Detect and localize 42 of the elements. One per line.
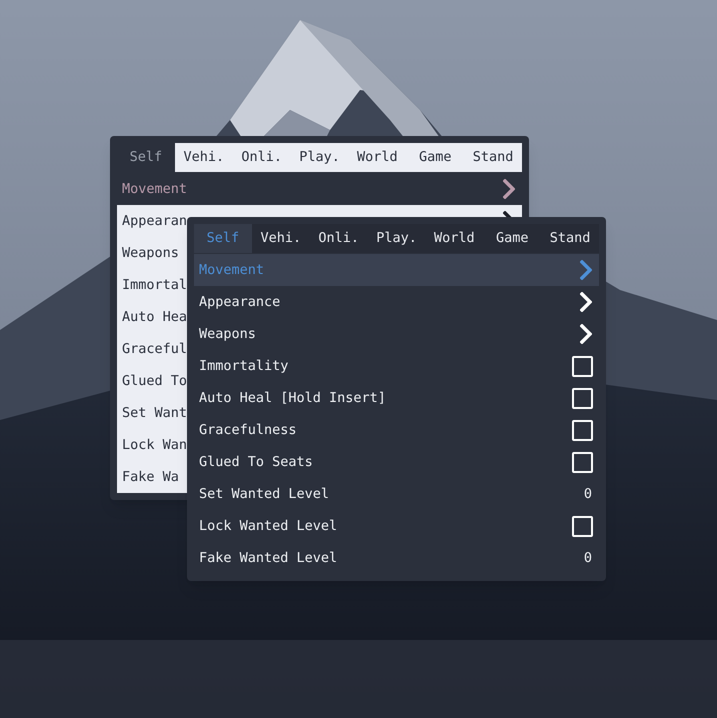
item-label: Weapons [199, 324, 256, 344]
tab[interactable]: Stand [464, 143, 522, 172]
tab[interactable]: Game [483, 224, 542, 253]
tab[interactable]: Play. [290, 143, 348, 172]
item-label: Glued To Seats [199, 452, 313, 472]
tab[interactable]: Self [117, 143, 175, 172]
tab[interactable]: Onli. [310, 224, 368, 253]
item-label: Lock Wanted Level [199, 516, 338, 536]
value-text: 0 [584, 484, 592, 504]
tab[interactable]: Vehi. [252, 224, 310, 253]
checkbox[interactable] [572, 388, 593, 408]
item-label: Set Wanted Level [199, 484, 330, 504]
item-label: Movement [122, 180, 188, 199]
menu-item[interactable]: Glued To Seats [194, 446, 599, 478]
menu-item[interactable]: Appearance [194, 286, 599, 318]
item-label: Appearance [199, 292, 280, 312]
tab[interactable]: World [425, 224, 484, 253]
menu-item[interactable]: Immortality [194, 350, 599, 382]
tab[interactable]: Stand [541, 224, 600, 253]
tab[interactable]: Onli. [232, 143, 291, 172]
value-text: 0 [584, 548, 592, 568]
item-label: Movement [199, 260, 264, 280]
tab[interactable]: World [348, 143, 406, 172]
menu-item[interactable]: Gracefulness [194, 414, 599, 446]
menu-item[interactable]: Fake Wanted Level 0 [194, 542, 599, 574]
menu-item[interactable]: Set Wanted Level 0 [194, 478, 599, 510]
item-label: Fake Wanted Level [199, 548, 338, 568]
tab[interactable]: Game [406, 143, 464, 172]
checkbox[interactable] [572, 516, 593, 536]
menu-item[interactable]: Weapons [194, 318, 599, 350]
menu-item[interactable]: Movement [117, 173, 522, 205]
menu-item[interactable]: Lock Wanted Level [194, 510, 599, 542]
item-label: Auto Heal [Hold Insert] [199, 388, 386, 408]
menu-item[interactable]: Auto Heal [Hold Insert] [194, 382, 599, 414]
tab[interactable]: Play. [368, 224, 426, 253]
item-label: Immortality [199, 356, 288, 376]
item-label: Appearan [122, 212, 188, 231]
checkbox[interactable] [572, 356, 593, 376]
checkbox[interactable] [572, 452, 593, 472]
tab[interactable]: Vehi. [174, 143, 233, 172]
checkbox[interactable] [572, 420, 593, 440]
item-label: Gracefulness [199, 420, 297, 440]
